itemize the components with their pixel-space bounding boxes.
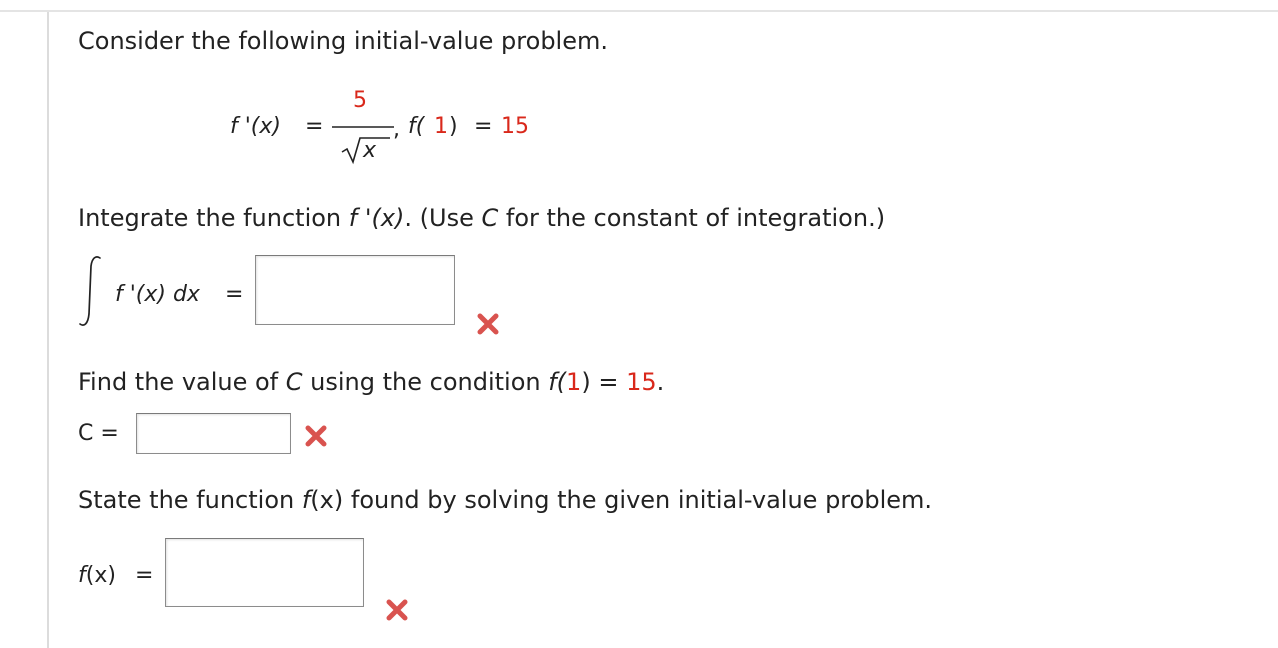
- initial-fn: f(: [408, 114, 425, 139]
- initial-close: ): [449, 114, 458, 139]
- left-divider: [47, 12, 49, 648]
- part1-instruction-before: Integrate the function: [78, 204, 349, 232]
- part3-instruction-arg: (x): [310, 486, 344, 514]
- red-x-icon: [386, 599, 408, 621]
- integral-sign-icon: [79, 256, 101, 326]
- part1-instruction-c: C: [481, 204, 499, 232]
- part2-instruction: Find the value of C using the condition …: [78, 367, 664, 397]
- solution-fn-label-arg: (x): [85, 563, 116, 588]
- solution-fn-label: f(x): [78, 563, 116, 589]
- part1-instruction-fn: f '(x): [348, 204, 405, 232]
- equation-equals: =: [305, 114, 324, 139]
- part2-instruction-mid: using the condition: [302, 368, 549, 396]
- denominator-variable: x: [363, 138, 377, 163]
- initial-value: 15: [501, 114, 529, 139]
- solution-fn-label-fn: f: [78, 563, 86, 588]
- top-divider: [0, 10, 1278, 12]
- part3-instruction-after: found by solving the given initial-value…: [343, 486, 933, 514]
- integrand: f '(x) dx: [115, 282, 200, 307]
- part2-instruction-eq: =: [590, 368, 627, 396]
- derivative-lhs: f '(x): [230, 114, 281, 139]
- constant-c-label: C =: [78, 421, 119, 446]
- part1-equals: =: [225, 282, 244, 307]
- part3-instruction-before: State the function: [78, 486, 302, 514]
- part2-instruction-arg: 1: [566, 368, 582, 396]
- part1-instruction-after: for the constant of integration.): [498, 204, 886, 232]
- part1-instruction-mid: . (Use: [404, 204, 482, 232]
- part2-instruction-c: C: [285, 368, 303, 396]
- equation-comma: ,: [393, 117, 400, 142]
- problem-intro: Consider the following initial-value pro…: [78, 27, 608, 55]
- fraction-numerator: 5: [353, 88, 367, 113]
- red-x-icon: [477, 313, 499, 335]
- part1-instruction: Integrate the function f '(x). (Use C fo…: [78, 203, 885, 233]
- initial-equals: =: [474, 114, 493, 139]
- part2-instruction-before: Find the value of: [78, 368, 286, 396]
- antiderivative-input[interactable]: [255, 255, 455, 325]
- red-x-icon: [305, 425, 327, 447]
- part2-instruction-fn: f(: [548, 368, 567, 396]
- part2-instruction-end: .: [656, 368, 665, 396]
- constant-c-input[interactable]: [136, 413, 291, 454]
- part2-instruction-close: ): [581, 368, 591, 396]
- part3-instruction: State the function f(x) found by solving…: [78, 485, 932, 515]
- solution-function-input[interactable]: [165, 538, 364, 607]
- part2-instruction-value: 15: [626, 368, 657, 396]
- initial-arg: 1: [434, 114, 448, 139]
- part3-equals: =: [135, 563, 154, 588]
